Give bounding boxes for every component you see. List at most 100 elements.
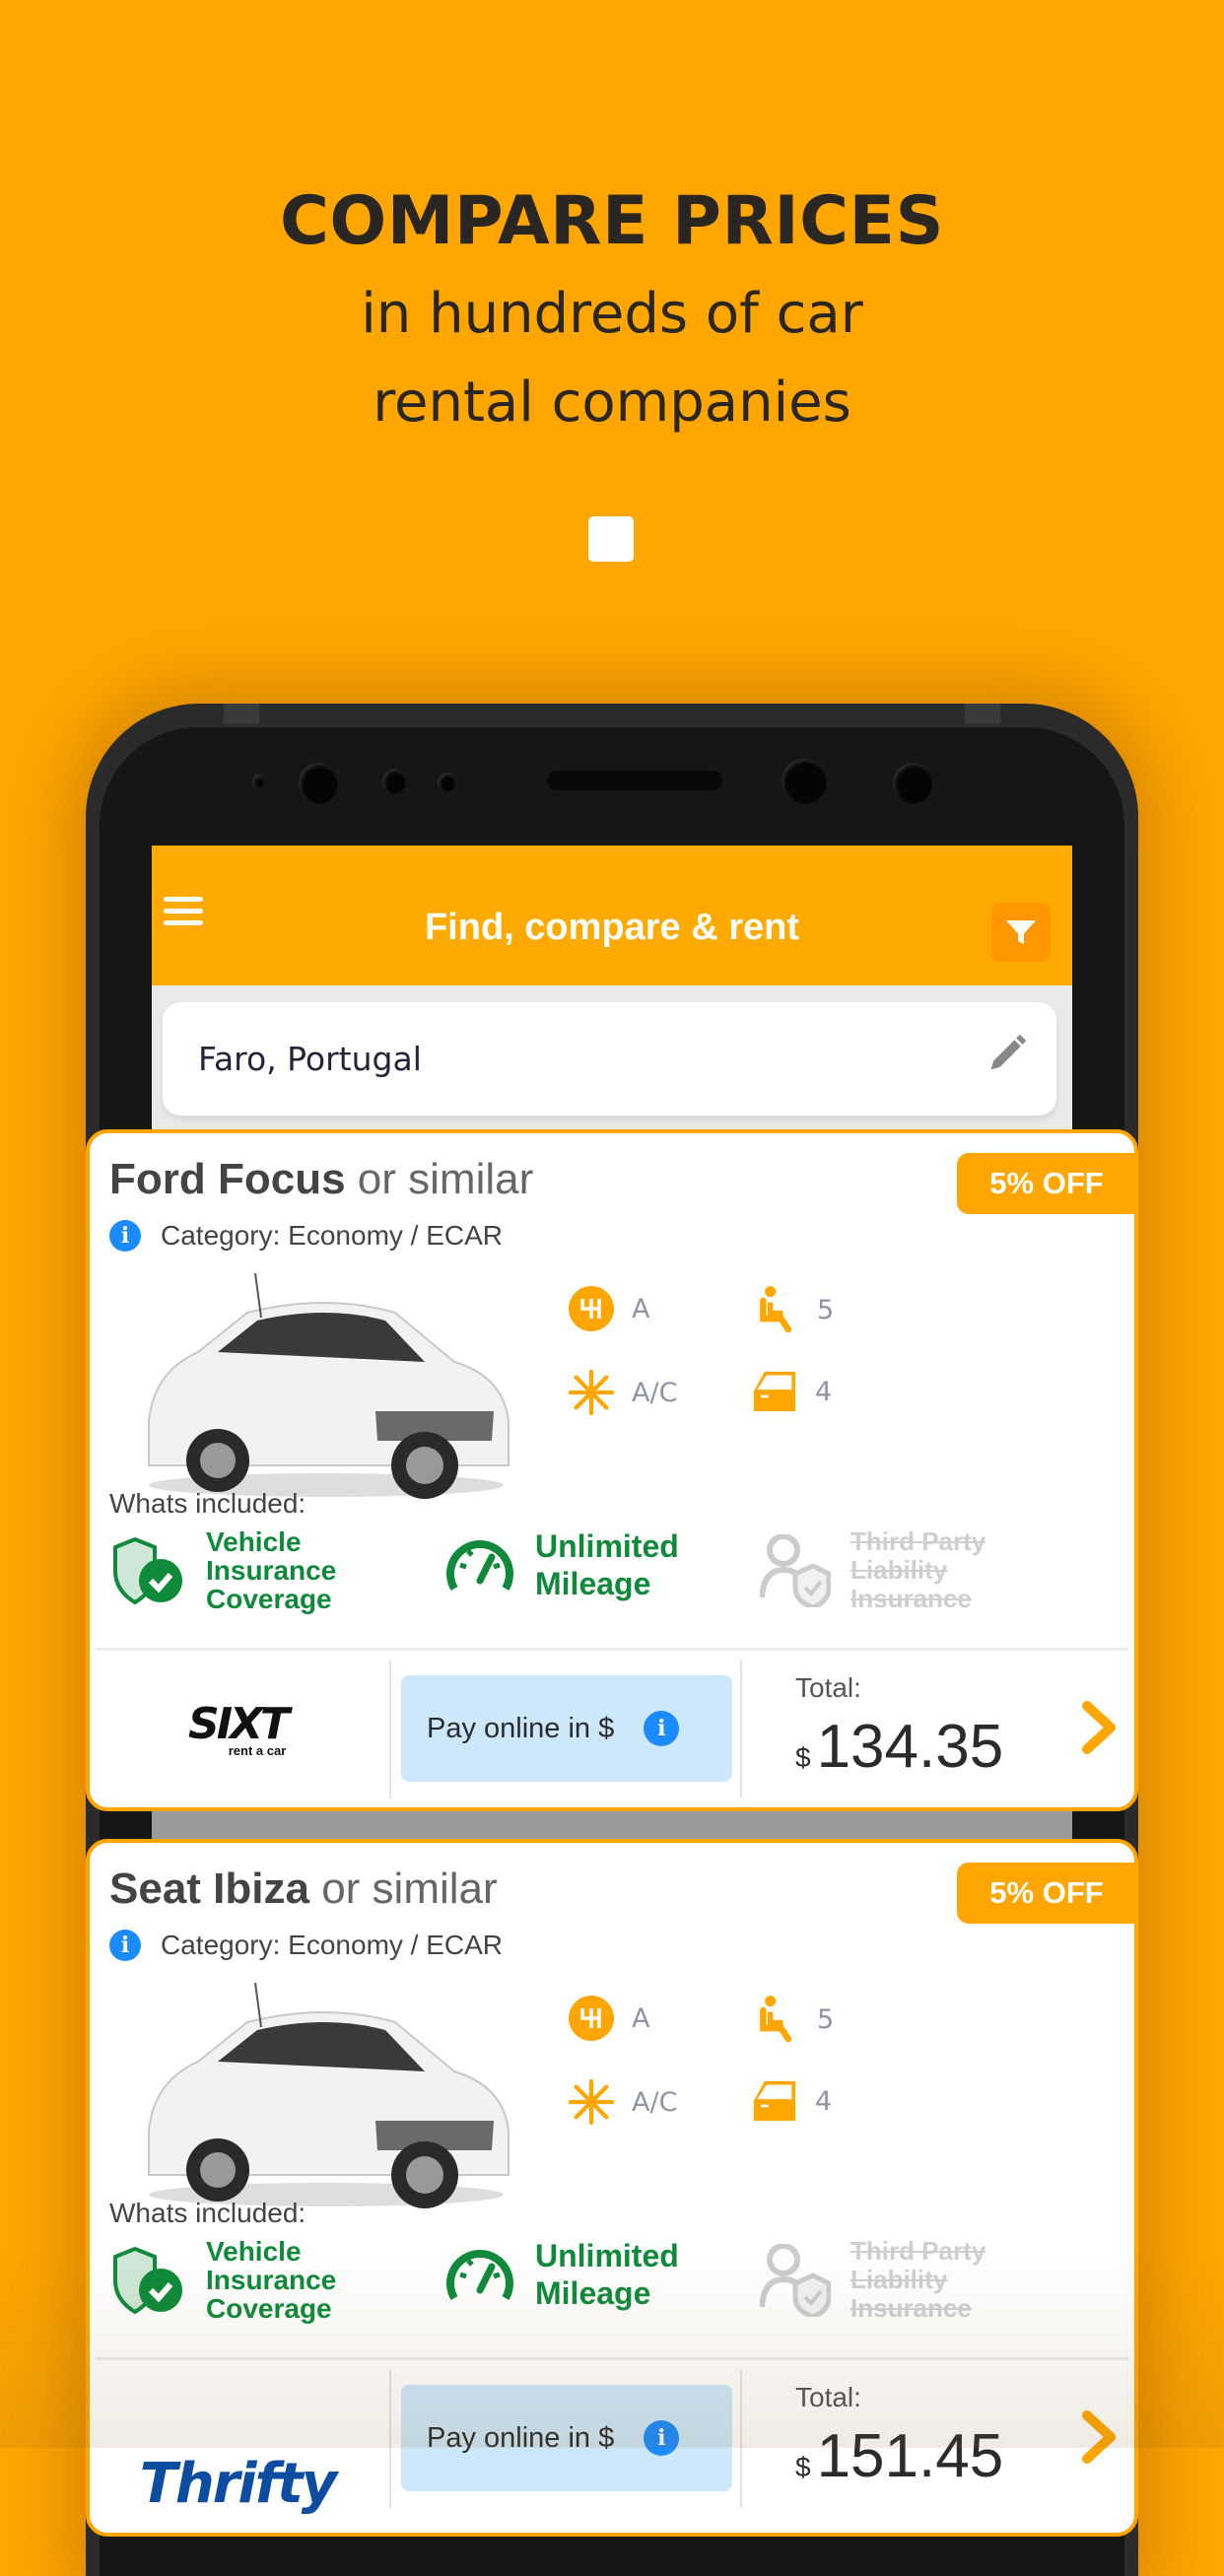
or-similar-label: or similar	[357, 1155, 534, 1203]
ac-value: A/C	[632, 1377, 678, 1408]
spec-seats: 5	[756, 1996, 834, 2043]
phone-side-notch	[224, 704, 259, 723]
spec-ac: A/C	[569, 1370, 677, 1415]
whats-included-label: Whats included:	[109, 1488, 306, 1519]
doors-value: 4	[815, 1376, 833, 1407]
location-search-field[interactable]: Faro, Portugal	[163, 1002, 1056, 1116]
supplier-logo: SIXT rent a car	[90, 1651, 385, 1807]
seats-value: 5	[817, 1294, 835, 1325]
included-item-insurance: Vehicle Insurance Coverage	[111, 1527, 336, 1613]
app-bar: Find, compare & rent	[152, 846, 1072, 985]
snowflake-icon	[569, 1370, 614, 1415]
spec-doors: 4	[750, 1370, 832, 1413]
spec-ac: A/C	[569, 2079, 677, 2125]
included-item-insurance: Vehicle Insurance Coverage	[111, 2237, 336, 2323]
spec-doors: 4	[750, 2079, 832, 2123]
currency-symbol: $	[795, 1742, 811, 1773]
thrifty-logo: Thrifty	[139, 2451, 338, 2516]
phone-side-notch	[965, 704, 1000, 723]
footer-separator	[740, 1661, 742, 1798]
car-image	[148, 1273, 510, 1499]
seats-value: 5	[817, 2003, 835, 2035]
included-text: Vehicle Insurance Coverage	[206, 2236, 337, 2324]
price-amount: 151.45	[816, 2422, 1004, 2490]
pay-online-button[interactable]: Pay online in $ i	[401, 1675, 732, 1782]
total-label: Total:	[795, 1672, 861, 1703]
seat-icon	[760, 1996, 792, 2043]
transmission-value: A	[632, 2002, 650, 2034]
front-camera-icon	[299, 763, 338, 804]
info-icon[interactable]: i	[109, 1220, 141, 1252]
chevron-right-icon[interactable]	[1081, 1700, 1117, 1755]
pay-online-button[interactable]: Pay online in $ i	[401, 2385, 732, 2491]
supplier-logo: Thrifty	[90, 2360, 385, 2518]
car-door-icon	[753, 1371, 795, 1412]
car-model-title: Seat Ibiza or similar	[109, 1864, 498, 1914]
included-item-mileage: Unlimited Mileage	[444, 2237, 679, 2312]
total-price: $151.45	[795, 2421, 1003, 2491]
car-door-icon	[753, 2080, 795, 2122]
location-value: Faro, Portugal	[198, 1040, 422, 1078]
shield-check-icon	[113, 2246, 182, 2314]
footer-separator	[389, 2370, 391, 2508]
sixt-logo: SIXT rent a car	[188, 1698, 290, 1758]
seat-icon	[760, 1286, 792, 1333]
info-icon[interactable]: i	[644, 1711, 680, 1746]
price-amount: 134.35	[816, 1713, 1004, 1781]
spec-seats: 5	[756, 1286, 834, 1333]
car-model: Ford Focus	[109, 1155, 346, 1203]
included-text: Third Party Liability Insurance	[850, 2236, 986, 2323]
category-label: Category: Economy / ECAR	[161, 1220, 504, 1251]
included-text: Third Party Liability Insurance	[850, 1526, 986, 1613]
included-item-liability-excluded: Third Party Liability Insurance	[760, 2237, 986, 2323]
sensor-icon	[252, 775, 264, 788]
front-camera-icon	[893, 763, 932, 804]
car-model-title: Ford Focus or similar	[109, 1155, 533, 1204]
sensor-icon	[438, 773, 455, 792]
info-icon[interactable]: i	[109, 1930, 141, 1961]
spec-transmission: A	[569, 1996, 649, 2041]
sensor-icon	[382, 769, 406, 794]
promo-subline-1: in hundreds of car	[361, 282, 863, 346]
discount-badge: 5% OFF	[957, 1153, 1134, 1214]
speedometer-icon	[446, 2250, 513, 2300]
pay-online-label: Pay online in $	[427, 2421, 615, 2454]
car-category: i Category: Economy / ECAR	[109, 1930, 503, 1961]
info-icon[interactable]: i	[644, 2420, 680, 2456]
total-label: Total:	[795, 2382, 861, 2412]
promo-subline-2: rental companies	[373, 371, 851, 435]
category-label: Category: Economy / ECAR	[161, 1930, 504, 1960]
app-title: Find, compare & rent	[424, 907, 800, 948]
filter-funnel-icon	[1006, 920, 1036, 944]
list-separator	[152, 1807, 1072, 1839]
person-shield-icon	[760, 1533, 831, 1607]
included-text: Unlimited Mileage	[535, 2238, 679, 2311]
offer-card[interactable]: Ford Focus or similar 5% OFF i Category:…	[86, 1129, 1138, 1811]
footer-separator	[740, 2370, 742, 2508]
included-item-mileage: Unlimited Mileage	[444, 1527, 679, 1602]
snowflake-icon	[569, 2079, 614, 2125]
front-camera-icon	[782, 759, 827, 804]
earpiece-speaker	[547, 771, 722, 790]
car-category: i Category: Economy / ECAR	[109, 1220, 503, 1252]
or-similar-label: or similar	[321, 1864, 498, 1913]
promo-headline: COMPARE PRICES	[280, 182, 944, 260]
chevron-right-icon[interactable]	[1081, 2409, 1117, 2465]
total-price: $134.35	[795, 1712, 1003, 1782]
filter-button[interactable]	[991, 903, 1051, 962]
car-model: Seat Ibiza	[109, 1864, 309, 1913]
included-item-liability-excluded: Third Party Liability Insurance	[760, 1527, 986, 1613]
offer-card[interactable]: Seat Ibiza or similar 5% OFF i Category:…	[86, 1839, 1138, 2537]
currency-symbol: $	[795, 2452, 811, 2482]
offer-footer: Thrifty Pay online in $ i Total: $151.45	[90, 2360, 1134, 2518]
pencil-icon[interactable]	[986, 1032, 1029, 1075]
discount-badge: 5% OFF	[957, 1863, 1134, 1924]
transmission-value: A	[632, 1293, 650, 1324]
shield-check-icon	[113, 1536, 182, 1604]
offer-footer: SIXT rent a car Pay online in $ i Total: …	[90, 1651, 1134, 1807]
car-image	[148, 1983, 510, 2208]
gearbox-icon	[569, 1286, 614, 1331]
person-shield-icon	[760, 2243, 831, 2317]
included-text: Vehicle Insurance Coverage	[206, 1526, 337, 1614]
speedometer-icon	[446, 1540, 513, 1591]
